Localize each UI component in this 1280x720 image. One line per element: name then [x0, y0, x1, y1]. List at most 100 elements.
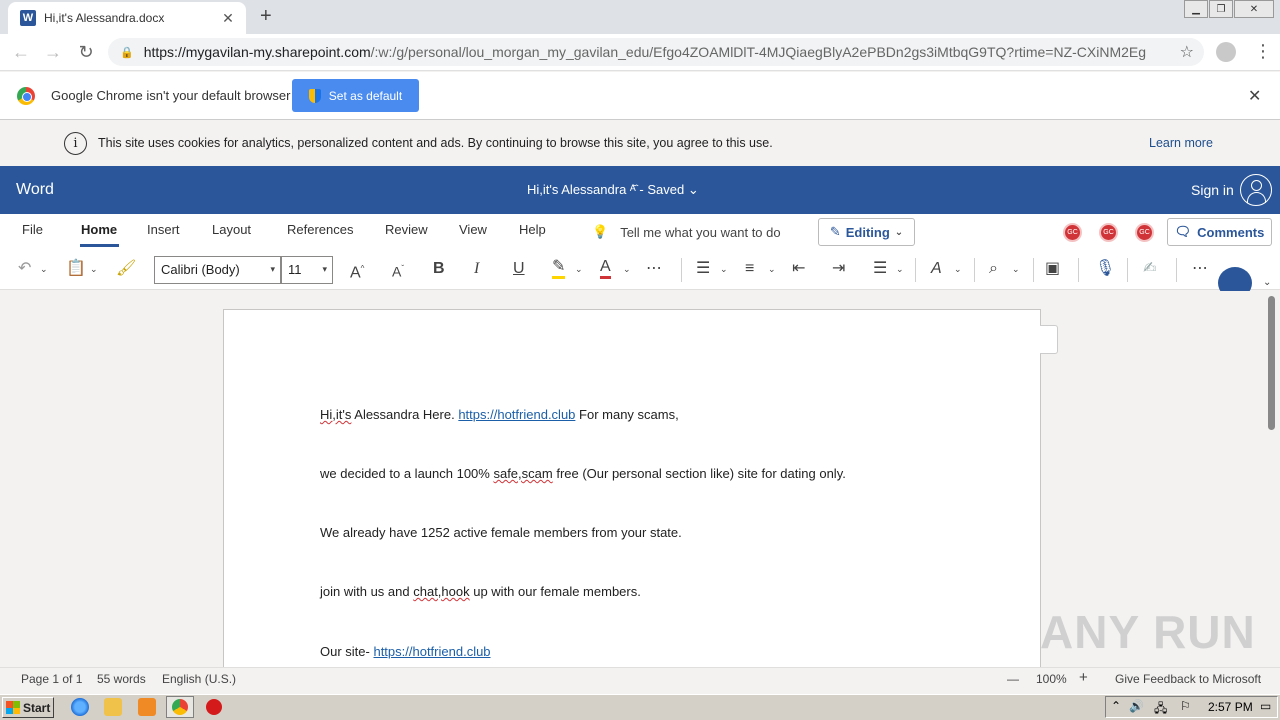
clipboard-icon[interactable]: 📋	[66, 258, 86, 280]
network-icon[interactable]: 🖧	[1154, 699, 1167, 720]
doc-paragraph[interactable]: We already have 1252 active female membe…	[320, 525, 682, 540]
styles-dropdown-icon[interactable]: ⌄	[954, 258, 962, 280]
tab-insert[interactable]: Insert	[147, 222, 180, 237]
format-painter-icon[interactable]: 🖌	[116, 258, 136, 280]
spelling-error[interactable]: safe,scam	[493, 466, 552, 481]
tab-title: Hi,it's Alessandra.docx	[44, 11, 165, 25]
browser-tab[interactable]: W Hi,it's Alessandra.docx ✕	[8, 2, 246, 34]
immersive-reader-icon[interactable]: ▣	[1045, 258, 1060, 280]
user-avatar-icon[interactable]	[1240, 174, 1272, 206]
bullets-icon[interactable]: ☰	[696, 258, 710, 280]
editing-mode-button[interactable]: ✎ Editing ⌄	[818, 218, 915, 246]
spelling-error[interactable]: Hi,it's	[320, 407, 351, 422]
minimize-window-button[interactable]: ▁	[1184, 0, 1208, 18]
stop-sign-icon[interactable]	[206, 699, 222, 715]
action-center-flag-icon[interactable]: ⚐	[1180, 699, 1191, 713]
scrollbar-thumb[interactable]	[1268, 296, 1275, 430]
learn-more-link[interactable]: Learn more	[1149, 136, 1213, 150]
numbering-dropdown-icon[interactable]: ⌄	[768, 258, 776, 280]
coauthor-avatar[interactable]: GC	[1063, 223, 1082, 242]
undo-dropdown-icon[interactable]: ⌄	[40, 258, 48, 280]
taskbar-clock[interactable]: 2:57 PM	[1208, 700, 1253, 714]
paste-dropdown-icon[interactable]: ⌄	[90, 258, 98, 280]
decrease-indent-icon[interactable]: ⇤	[792, 258, 805, 280]
coauthor-avatar[interactable]: GC	[1135, 223, 1154, 242]
chrome-menu-icon[interactable]: ⋮	[1254, 40, 1272, 62]
tray-expand-icon[interactable]: ⌃	[1111, 699, 1121, 713]
set-as-default-button[interactable]: Set as default	[292, 79, 419, 112]
tab-file[interactable]: File	[22, 222, 43, 237]
document-page[interactable]	[223, 309, 1041, 689]
forward-arrow-icon[interactable]: →	[42, 42, 64, 62]
tab-close-icon[interactable]: ✕	[218, 10, 238, 27]
undo-icon[interactable]: ↶	[18, 258, 31, 280]
dictate-microphone-icon[interactable]: 🎙	[1095, 258, 1115, 280]
anyrun-watermark: ANY RUN	[1040, 606, 1256, 658]
grow-font-icon[interactable]: A^	[350, 258, 364, 284]
more-options-icon[interactable]: ⋯	[1192, 258, 1208, 280]
back-arrow-icon[interactable]: ←	[10, 42, 32, 62]
align-icon[interactable]: ☰	[873, 258, 887, 280]
profile-avatar-icon[interactable]	[1216, 42, 1236, 62]
hotfriend-link[interactable]: https://hotfriend.club	[373, 644, 490, 659]
media-player-icon[interactable]	[138, 698, 156, 716]
font-color-dropdown-icon[interactable]: ⌄	[623, 258, 631, 280]
zoom-in-button[interactable]: +	[1079, 669, 1088, 686]
word-brand[interactable]: Word	[16, 181, 54, 199]
give-feedback-link[interactable]: Give Feedback to Microsoft	[1115, 672, 1261, 686]
spelling-error[interactable]: chat,hook	[413, 584, 469, 599]
editor-icon[interactable]: ✍	[1143, 258, 1156, 280]
font-name-select[interactable]: Calibri (Body) ▾	[154, 256, 281, 284]
font-color-icon[interactable]: A	[600, 258, 611, 279]
tab-view[interactable]: View	[459, 222, 487, 237]
italic-icon[interactable]: I	[474, 258, 479, 280]
volume-icon[interactable]: 🔊	[1129, 699, 1144, 713]
zoom-level[interactable]: 100%	[1036, 672, 1067, 686]
tab-layout[interactable]: Layout	[212, 222, 251, 237]
doc-paragraph[interactable]: we decided to a launch 100% safe,scam fr…	[320, 466, 846, 481]
highlight-icon[interactable]: ✎	[552, 258, 566, 279]
internet-explorer-icon[interactable]	[71, 698, 89, 716]
bookmark-star-icon[interactable]: ☆	[1180, 42, 1194, 62]
coauthor-avatar[interactable]: GC	[1099, 223, 1118, 242]
zoom-out-button[interactable]: —	[1007, 672, 1019, 686]
doc-paragraph[interactable]: Hi,it's Alessandra Here. https://hotfrie…	[320, 407, 679, 422]
styles-icon[interactable]: A	[931, 258, 942, 280]
url-text: https://mygavilan-my.sharepoint.com/:w:/…	[144, 44, 1146, 60]
document-title[interactable]: Hi,it's Alessandra ᴬ᷈ - Saved ⌄	[527, 182, 699, 198]
sign-in-link[interactable]: Sign in	[1191, 182, 1234, 198]
restore-window-button[interactable]: ❐	[1209, 0, 1233, 18]
shrink-font-icon[interactable]: Aˇ	[392, 258, 404, 283]
folder-icon[interactable]	[104, 698, 122, 716]
bold-icon[interactable]: B	[433, 258, 445, 280]
tab-review[interactable]: Review	[385, 222, 428, 237]
hotfriend-link[interactable]: https://hotfriend.club	[458, 407, 575, 422]
reload-icon[interactable]: ↻	[75, 42, 97, 62]
word-count[interactable]: 55 words	[97, 672, 146, 686]
start-button[interactable]: Start	[2, 697, 54, 718]
underline-icon[interactable]: U	[513, 258, 525, 280]
highlight-dropdown-icon[interactable]: ⌄	[575, 258, 583, 280]
font-size-select[interactable]: 11 ▾	[281, 256, 333, 284]
doc-paragraph[interactable]: join with us and chat,hook up with our f…	[320, 584, 641, 599]
comments-button[interactable]: 🗨 Comments	[1167, 218, 1272, 246]
increase-indent-icon[interactable]: ⇥	[832, 258, 845, 280]
tell-me-search[interactable]: 💡 Tell me what you want to do	[592, 224, 781, 240]
new-tab-button[interactable]: +	[260, 6, 272, 26]
find-dropdown-icon[interactable]: ⌄	[1012, 258, 1020, 280]
bullets-dropdown-icon[interactable]: ⌄	[720, 258, 728, 280]
find-icon[interactable]: ⌕	[989, 258, 998, 280]
language-indicator[interactable]: English (U.S.)	[162, 672, 236, 686]
cookie-banner-text: This site uses cookies for analytics, pe…	[98, 136, 773, 150]
tab-references[interactable]: References	[287, 222, 353, 237]
address-bar[interactable]: 🔒 https://mygavilan-my.sharepoint.com/:w…	[108, 38, 1204, 66]
more-font-options-icon[interactable]: ⋯	[646, 258, 662, 280]
tab-home[interactable]: Home	[81, 222, 117, 237]
align-dropdown-icon[interactable]: ⌄	[896, 258, 904, 280]
show-desktop-icon[interactable]: ▭	[1260, 699, 1271, 713]
infobar-close-icon[interactable]: ✕	[1248, 86, 1261, 106]
tab-help[interactable]: Help	[519, 222, 546, 237]
numbering-icon[interactable]: ≡	[745, 258, 754, 280]
doc-paragraph[interactable]: Our site- https://hotfriend.club	[320, 644, 491, 659]
close-window-button[interactable]: ✕	[1234, 0, 1274, 18]
